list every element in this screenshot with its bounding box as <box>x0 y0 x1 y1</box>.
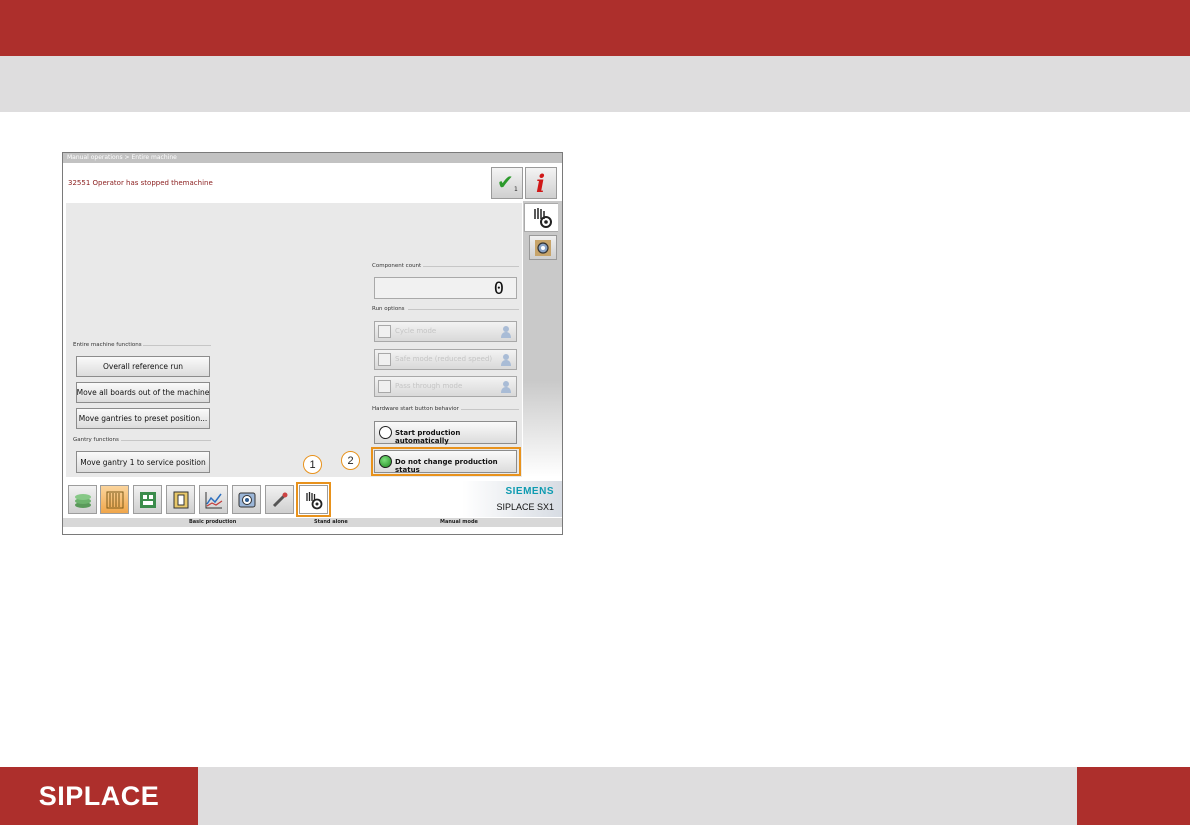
ack-count: 1 <box>514 186 518 193</box>
user-icon <box>501 326 511 338</box>
gantry-group-title: Gantry functions <box>73 437 119 443</box>
acknowledge-button[interactable]: ✔ 1 <box>491 167 523 199</box>
callout-2: 2 <box>341 451 360 470</box>
cycle-mode-label: Cycle mode <box>395 327 437 335</box>
setup-icon <box>106 491 124 509</box>
hardware-start-title: Hardware start button behavior <box>372 406 459 412</box>
feeder-icon <box>173 491 189 509</box>
start-production-auto-label: Start production automatically <box>395 429 461 445</box>
siplace-logo: SIPLACE <box>38 780 160 811</box>
manual-operations-icon <box>534 208 552 228</box>
footer-brand: SIPLACE <box>0 767 198 825</box>
taskbar-board-button[interactable] <box>133 485 162 514</box>
run-options-title: Run options <box>372 306 405 312</box>
divider <box>143 345 211 346</box>
user-icon <box>501 381 511 393</box>
status-basic-production: Basic production <box>189 519 237 525</box>
info-icon: i <box>536 169 546 198</box>
pass-through-label: Pass through mode <box>395 382 463 390</box>
chart-icon <box>205 492 223 509</box>
taskbar-setup-button[interactable] <box>100 485 129 514</box>
safe-mode-checkbox <box>378 353 391 366</box>
callout-1: 1 <box>303 455 322 474</box>
component-counter: 0 <box>374 277 517 299</box>
taskbar-camera-button[interactable] <box>232 485 261 514</box>
highlight-box-1 <box>296 482 331 517</box>
user-icon <box>501 354 511 366</box>
machine-screenshot: Manual operations > Entire machine 32551… <box>62 152 563 535</box>
taskbar-feeder-button[interactable] <box>166 485 195 514</box>
move-boards-out-button[interactable]: Move all boards out of the machine <box>76 382 210 403</box>
move-gantry-service-button[interactable]: Move gantry 1 to service position <box>76 451 210 473</box>
divider <box>423 266 519 267</box>
camera-icon <box>238 492 256 508</box>
divider <box>408 309 519 310</box>
status-message: 32551 Operator has stopped themachine <box>68 179 213 187</box>
info-button[interactable]: i <box>525 167 557 199</box>
taskbar-tools-button[interactable] <box>265 485 294 514</box>
checkmark-icon: ✔ <box>497 170 514 194</box>
footer-bar <box>198 767 1077 825</box>
pass-through-option: Pass through mode <box>374 376 517 397</box>
safe-mode-option: Safe mode (reduced speed) <box>374 349 517 370</box>
cycle-mode-option: Cycle mode <box>374 321 517 342</box>
safe-mode-label: Safe mode (reduced speed) <box>395 355 493 363</box>
entire-machine-group-title: Entire machine functions <box>73 342 142 348</box>
component-count-title: Component count <box>372 263 422 269</box>
board-icon <box>140 492 156 508</box>
breadcrumb: Manual operations > Entire machine <box>63 153 562 163</box>
sub-banner <box>0 56 1190 112</box>
overall-reference-run-button[interactable]: Overall reference run <box>76 356 210 377</box>
highlight-box-2 <box>371 447 521 476</box>
footer-accent <box>1077 767 1190 825</box>
taskbar-production-button[interactable] <box>68 485 97 514</box>
tools-icon <box>272 492 288 508</box>
divider <box>121 440 211 441</box>
taskbar: SIEMENS SIPLACE SX1 <box>63 481 562 517</box>
production-icon <box>75 494 91 508</box>
top-banner <box>0 0 1190 56</box>
component-count-value: 0 <box>493 279 504 299</box>
siemens-logo: SIEMENS <box>505 486 554 497</box>
status-stand-alone: Stand alone <box>314 519 348 525</box>
status-bar: Basic production Stand alone Manual mode <box>63 518 562 527</box>
cycle-mode-checkbox <box>378 325 391 338</box>
taskbar-chart-button[interactable] <box>199 485 228 514</box>
gear-icon <box>535 240 551 256</box>
pass-through-checkbox <box>378 380 391 393</box>
divider <box>461 409 519 410</box>
start-production-auto-option[interactable]: Start production automatically <box>374 421 517 445</box>
status-manual-mode: Manual mode <box>440 519 478 525</box>
radio-off <box>379 426 392 439</box>
machine-model: SIPLACE SX1 <box>496 502 554 512</box>
move-gantries-preset-button[interactable]: Move gantries to preset position... <box>76 408 210 429</box>
tab-settings[interactable] <box>529 235 557 260</box>
tab-manual-operations[interactable] <box>524 203 558 232</box>
